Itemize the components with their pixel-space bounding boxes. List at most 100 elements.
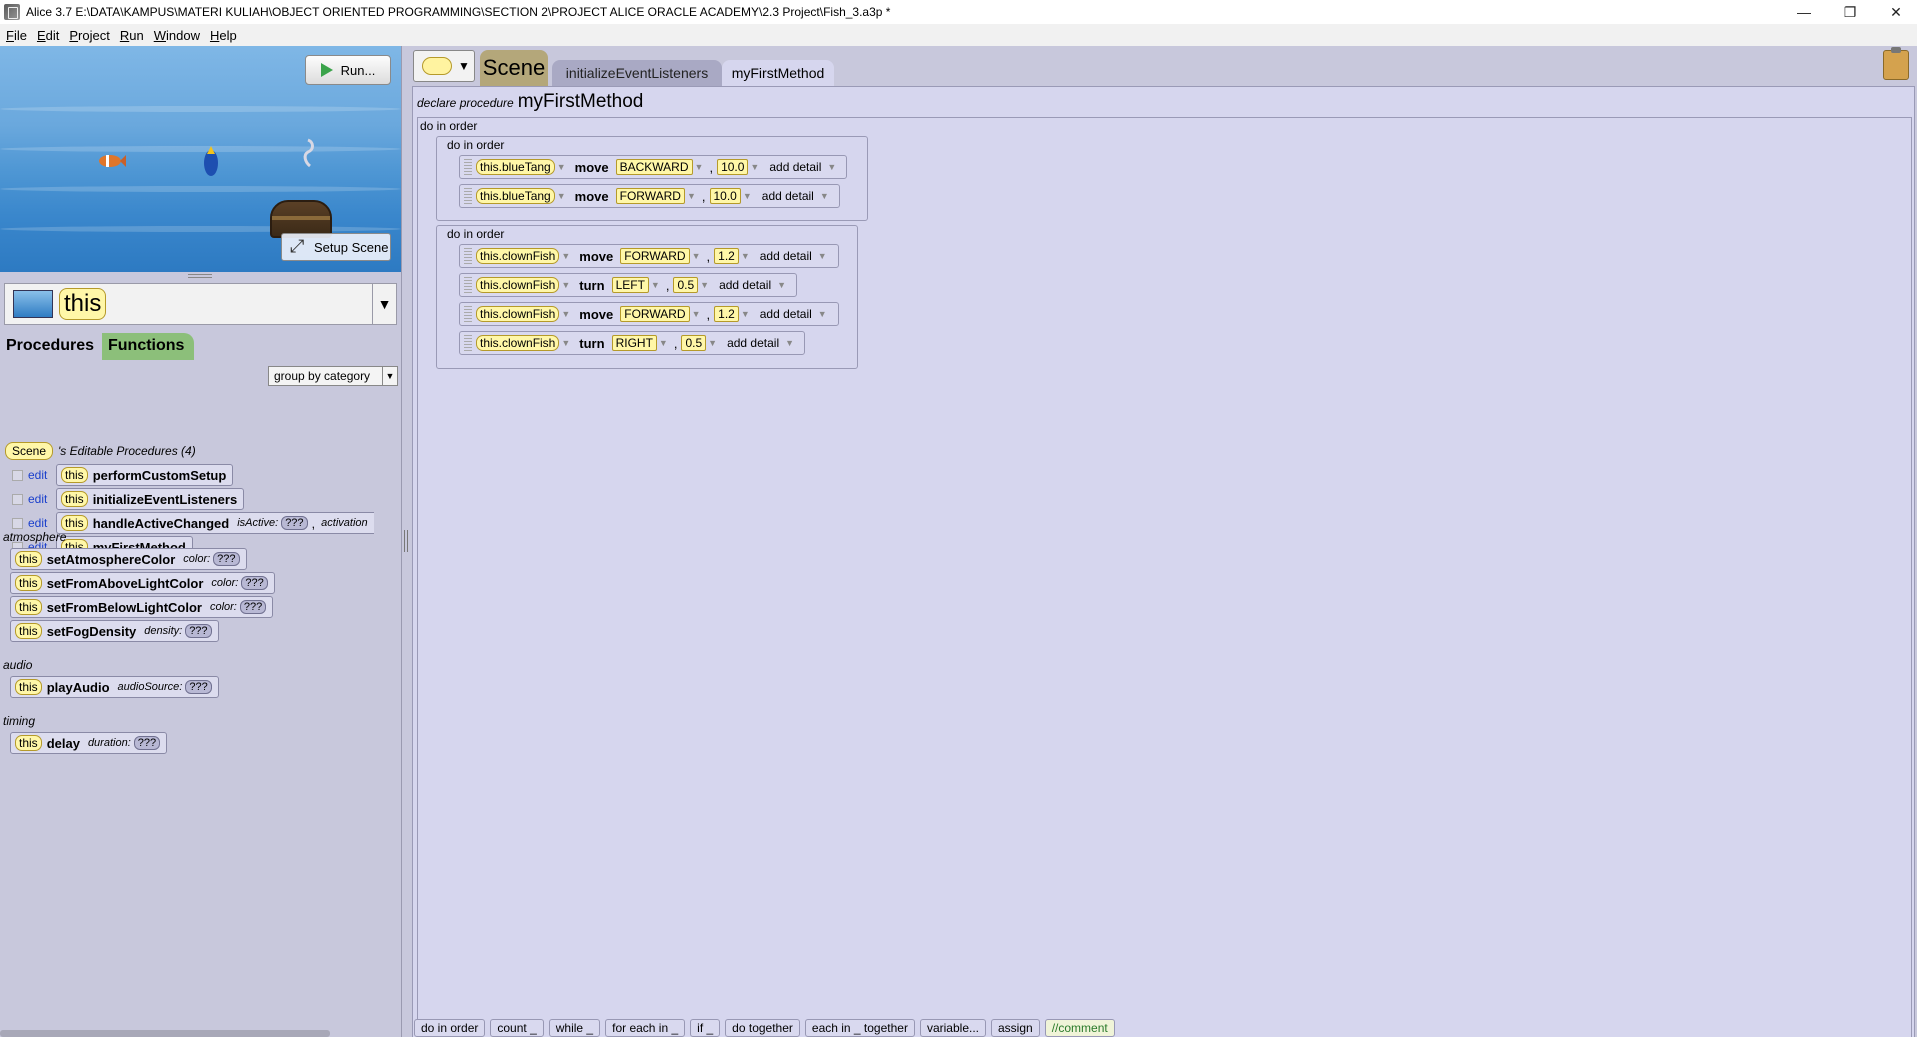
- procedure-tile[interactable]: this performCustomSetup: [56, 464, 234, 486]
- palette-do-in-order[interactable]: do in order: [414, 1018, 486, 1037]
- add-detail-button[interactable]: add detail: [760, 307, 812, 321]
- procedure-tile[interactable]: this playAudio audioSource: ???: [10, 676, 219, 698]
- palette-if[interactable]: if _: [690, 1018, 721, 1037]
- statement-target[interactable]: this.clownFish: [476, 306, 560, 322]
- close-button[interactable]: ✕: [1873, 0, 1917, 24]
- param-value[interactable]: ???: [281, 516, 308, 530]
- palette-variable[interactable]: variable...: [919, 1018, 986, 1037]
- dropdown-arrow-icon[interactable]: ▼: [372, 284, 396, 324]
- edit-link[interactable]: edit: [28, 516, 56, 530]
- procedure-tile[interactable]: this setFogDensity density: ???: [10, 620, 219, 642]
- direction-arg[interactable]: BACKWARD: [615, 159, 693, 175]
- param-value[interactable]: ???: [241, 576, 268, 590]
- statement-target[interactable]: this.clownFish: [476, 335, 560, 351]
- param-value[interactable]: ???: [185, 624, 212, 638]
- vertical-splitter[interactable]: [401, 46, 410, 1037]
- edit-link[interactable]: edit: [28, 492, 56, 506]
- direction-arg[interactable]: LEFT: [611, 277, 649, 293]
- procedure-tile[interactable]: this setFromAboveLightColor color: ???: [10, 572, 275, 594]
- setup-scene-button[interactable]: Setup Scene: [281, 233, 391, 261]
- tab-functions[interactable]: Functions: [102, 333, 194, 360]
- palette-while[interactable]: while _: [548, 1018, 601, 1037]
- restore-button[interactable]: ❐: [1827, 0, 1873, 24]
- param-value[interactable]: ???: [185, 680, 212, 694]
- drag-grip-icon[interactable]: [464, 159, 472, 175]
- minimize-button[interactable]: —: [1781, 0, 1827, 24]
- add-detail-button[interactable]: add detail: [760, 249, 812, 263]
- param-value[interactable]: ???: [239, 600, 267, 614]
- statement-move[interactable]: this.blueTang ▼ move FORWARD ▼ , 10.0 ▼ add…: [459, 184, 840, 208]
- do-in-order-block[interactable]: do in order this.clownFish ▼ move FORWARD…: [436, 225, 858, 369]
- add-detail-button[interactable]: add detail: [727, 336, 779, 350]
- procedure-checkbox[interactable]: [12, 469, 23, 481]
- code-area[interactable]: declare procedure myFirstMethod do in or…: [412, 86, 1915, 1037]
- drag-grip-icon[interactable]: [464, 277, 472, 293]
- menu-run[interactable]: Run: [120, 28, 144, 43]
- edit-link[interactable]: edit: [28, 468, 56, 482]
- palette-each-in-together[interactable]: each in _ together: [804, 1018, 915, 1037]
- amount-arg[interactable]: 1.2: [714, 248, 739, 264]
- menu-window[interactable]: Window: [154, 28, 200, 43]
- procedure-tile[interactable]: this delay duration: ???: [10, 732, 168, 754]
- menu-help[interactable]: Help: [210, 28, 237, 43]
- tab-procedures[interactable]: Procedures: [0, 333, 100, 360]
- procedure-checkbox[interactable]: [12, 517, 23, 529]
- horizontal-splitter[interactable]: [0, 272, 401, 278]
- do-in-order-block[interactable]: do in order this.blueTang ▼ move BACKWARD…: [436, 136, 868, 221]
- palette-for-each-in[interactable]: for each in _: [605, 1018, 686, 1037]
- statement-move[interactable]: this.blueTang ▼ move BACKWARD ▼ , 10.0 ▼ ad…: [459, 155, 847, 179]
- statement-target[interactable]: this.blueTang: [476, 188, 555, 204]
- palette-count[interactable]: count _: [490, 1018, 544, 1037]
- direction-arg[interactable]: FORWARD: [620, 306, 690, 322]
- statement-move[interactable]: this.clownFish ▼ move FORWARD ▼ , 1.2 ▼ add…: [459, 244, 839, 268]
- amount-arg[interactable]: 0.5: [673, 277, 699, 293]
- procedure-name: setFromAboveLightColor: [46, 575, 204, 591]
- tab-scene[interactable]: Scene: [480, 50, 548, 86]
- direction-arg[interactable]: FORWARD: [615, 188, 685, 204]
- drag-grip-icon[interactable]: [464, 335, 472, 351]
- direction-arg[interactable]: FORWARD: [620, 248, 690, 264]
- procedure-tile[interactable]: this handleActiveChanged isActive: ??? ,…: [56, 512, 374, 534]
- procedure-tile[interactable]: this setAtmosphereColor color: ???: [10, 548, 247, 570]
- clipboard-icon[interactable]: [1883, 47, 1909, 80]
- scene-type-chip[interactable]: Scene: [5, 442, 54, 460]
- procedure-tile[interactable]: this setFromBelowLightColor color: ???: [10, 596, 274, 618]
- drag-grip-icon[interactable]: [464, 248, 472, 264]
- statement-target[interactable]: this.clownFish: [476, 277, 560, 293]
- tab-initialize-event-listeners[interactable]: initializeEventListeners: [552, 60, 722, 86]
- amount-arg[interactable]: 1.2: [714, 306, 739, 322]
- instance-selector[interactable]: this ▼: [4, 283, 397, 325]
- procedure-tile[interactable]: this initializeEventListeners: [56, 488, 245, 510]
- menu-file[interactable]: File: [6, 28, 27, 43]
- menu-project[interactable]: Project: [69, 28, 109, 43]
- run-button[interactable]: Run...: [305, 55, 391, 85]
- do-in-order-outer[interactable]: do in order do in order this.blueTang ▼ m…: [417, 117, 1912, 1037]
- statement-turn[interactable]: this.clownFish ▼ turn RIGHT ▼ , 0.5 ▼ add d…: [459, 331, 805, 355]
- this-chip: this: [61, 491, 88, 507]
- statement-target[interactable]: this.blueTang: [476, 159, 555, 175]
- palette-comment[interactable]: //comment: [1044, 1018, 1115, 1037]
- statement-move[interactable]: this.clownFish ▼ move FORWARD ▼ , 1.2 ▼ add…: [459, 302, 839, 326]
- drag-grip-icon[interactable]: [464, 306, 472, 322]
- palette-do-together[interactable]: do together: [725, 1018, 800, 1037]
- statement-target[interactable]: this.clownFish: [476, 248, 560, 264]
- scene-preview[interactable]: Run... Setup Scene: [0, 46, 401, 272]
- type-selector-dropdown[interactable]: ▼: [413, 50, 475, 82]
- add-detail-button[interactable]: add detail: [762, 189, 814, 203]
- param-value[interactable]: ???: [213, 552, 240, 566]
- direction-arg[interactable]: RIGHT: [611, 335, 657, 351]
- drag-grip-icon[interactable]: [464, 188, 472, 204]
- amount-arg[interactable]: 10.0: [709, 188, 741, 204]
- tab-my-first-method[interactable]: myFirstMethod: [722, 60, 834, 86]
- add-detail-button[interactable]: add detail: [719, 278, 771, 292]
- procedure-checkbox[interactable]: [12, 493, 23, 505]
- param-value[interactable]: ???: [133, 736, 161, 750]
- menu-edit[interactable]: Edit: [37, 28, 59, 43]
- statement-turn[interactable]: this.clownFish ▼ turn LEFT ▼ , 0.5 ▼ add de…: [459, 273, 797, 297]
- amount-arg[interactable]: 10.0: [717, 159, 749, 175]
- amount-arg[interactable]: 0.5: [681, 335, 707, 351]
- add-detail-button[interactable]: add detail: [769, 160, 821, 174]
- horizontal-scrollbar[interactable]: [0, 1030, 330, 1037]
- group-by-dropdown[interactable]: group by category ▼: [268, 366, 398, 386]
- palette-assign[interactable]: assign: [991, 1018, 1040, 1037]
